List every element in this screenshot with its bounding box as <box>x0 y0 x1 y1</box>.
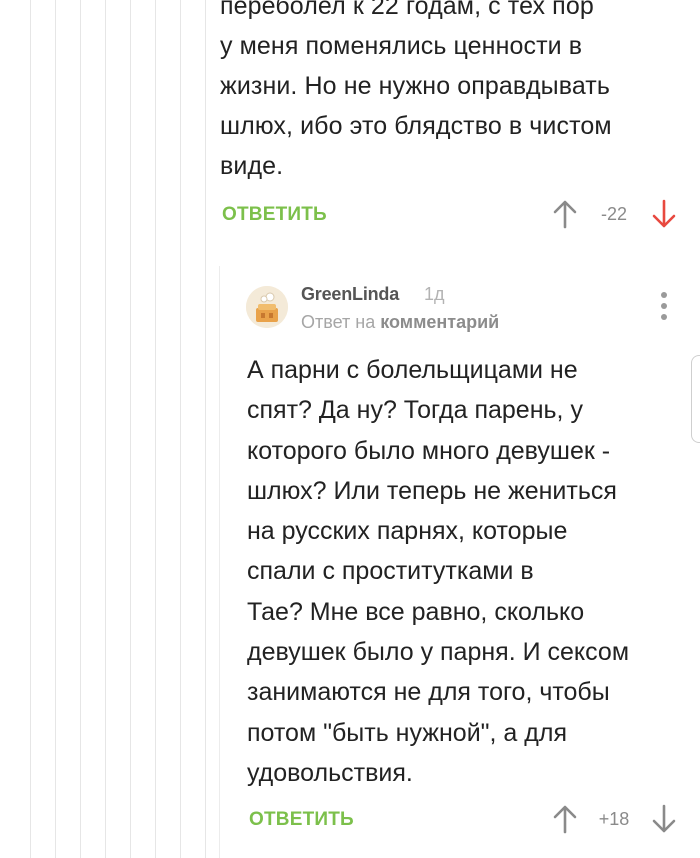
avatar[interactable] <box>246 286 288 328</box>
comment-line: которого было много девушек - <box>247 436 611 465</box>
rating-count: +18 <box>598 809 630 829</box>
thread-line <box>180 0 181 858</box>
comment-time: 1д <box>424 284 445 304</box>
rating-count: -22 <box>600 204 627 224</box>
comments-thread: переболел к 22 годам, с тех пор у меня п… <box>0 0 700 858</box>
comment-line: шлюх, ибо это блядство в чистом <box>220 112 612 140</box>
thread-line <box>80 0 81 858</box>
thread-line <box>30 0 31 858</box>
arrow-up-icon[interactable] <box>552 199 578 229</box>
reply-button[interactable]: ОТВЕТИТЬ <box>249 809 354 831</box>
author-name[interactable]: GreenLinda <box>301 284 399 305</box>
comment-line: Тае? Мне все равно, сколько <box>247 597 585 626</box>
reply-to-prefix: Ответ на <box>301 312 376 332</box>
comment-line: занимаются не для того, чтобы <box>247 678 610 707</box>
thread-line <box>155 0 156 858</box>
thread-line <box>55 0 56 858</box>
reply-button[interactable]: ОТВЕТИТЬ <box>222 204 327 226</box>
scrollbar-handle[interactable] <box>691 355 700 443</box>
arrow-up-icon[interactable] <box>552 804 578 834</box>
parent-comment-text: переболел к 22 годам, с тех пор у меня п… <box>220 0 670 186</box>
comment-line: переболел к 22 годам, с тех пор <box>220 0 594 20</box>
thread-line <box>105 0 106 858</box>
reply-to-link[interactable]: комментарий <box>380 312 499 332</box>
arrow-down-icon[interactable] <box>651 199 677 229</box>
arrow-down-icon[interactable] <box>651 804 677 834</box>
parent-comment-actions: ОТВЕТИТЬ -22 <box>0 195 700 235</box>
comment-line: удовольствия. <box>247 758 413 787</box>
comment-line: жизни. Но не нужно оправдывать <box>220 72 610 100</box>
more-vertical-icon[interactable] <box>656 292 672 324</box>
comment-line: А парни с болельщицами не <box>247 356 578 384</box>
comment-line: у меня поменялись ценности в <box>220 32 583 60</box>
thread-line <box>130 0 131 858</box>
reply-to-info: Ответ на комментарий <box>301 312 499 333</box>
comment-line: спали с проститутками в <box>247 557 534 586</box>
comment-line: девушек было у парня. И сексом <box>247 638 630 667</box>
reply-comment-actions: ОТВЕТИТЬ +18 <box>0 800 700 840</box>
thread-line <box>219 266 220 858</box>
comment-line: спят? Да ну? Тогда парень, у <box>247 396 583 425</box>
comment-line: потом "быть нужной", а для <box>247 718 567 747</box>
comment-line: виде. <box>220 152 284 180</box>
comment-line: шлюх? Или теперь не жениться <box>247 476 617 505</box>
comment-line: на русских парнях, которые <box>247 517 568 546</box>
reply-comment-text: А парни с болельщицами не спят? Да ну? Т… <box>247 350 677 793</box>
thread-line <box>205 0 206 858</box>
